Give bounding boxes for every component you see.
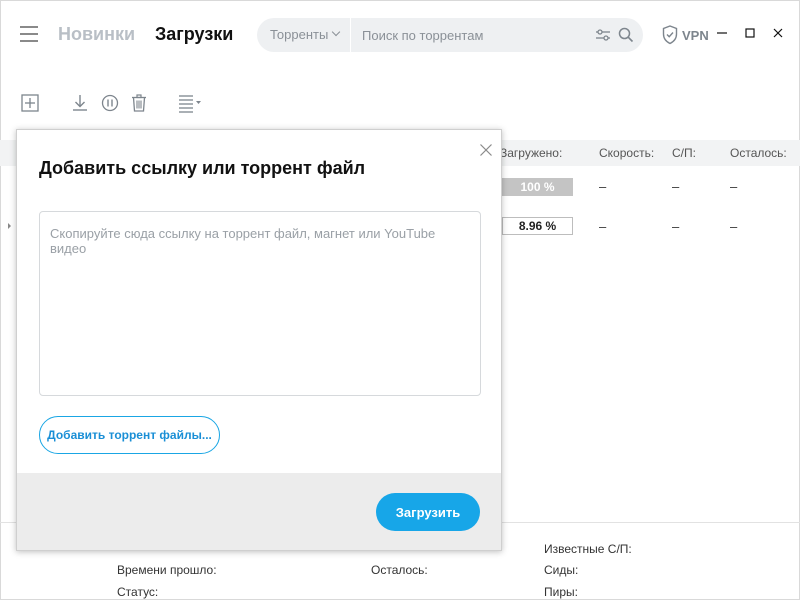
add-torrent-dialog: Добавить ссылку или торрент файл Добавит… [16,129,502,551]
column-downloaded[interactable]: Загружено: [500,146,562,160]
speed-value: – [599,179,607,194]
remaining-value: – [730,179,738,194]
sort-icon[interactable] [177,93,203,113]
detail-seeds-label: Сиды: [544,563,579,577]
remaining-value: – [730,219,738,234]
speed-value: – [599,219,607,234]
search-category-dropdown[interactable]: Торренты [257,18,351,52]
progress-bar: 100 % [502,178,573,196]
nav-tab-downloads[interactable]: Загрузки [155,24,233,45]
detail-known-peers-label: Известные С/П: [544,542,632,556]
add-torrent-files-button[interactable]: Добавить торрент файлы... [39,416,220,454]
detail-remaining-label: Осталось: [371,563,428,577]
column-peers[interactable]: С/П: [672,146,696,160]
hamburger-menu-icon[interactable] [20,26,38,42]
minimize-icon[interactable] [715,26,729,40]
download-icon[interactable] [70,93,90,113]
filter-settings-icon[interactable] [595,27,611,43]
add-icon[interactable] [20,93,40,113]
search-bar: Торренты [257,18,643,52]
search-category-label: Торренты [270,27,329,42]
close-icon[interactable] [479,143,493,157]
maximize-icon[interactable] [743,26,757,40]
dialog-footer: Загрузить [17,473,501,550]
torrent-link-input[interactable] [39,211,481,396]
column-remaining[interactable]: Осталось: [730,146,787,160]
upload-button[interactable]: Загрузить [376,493,480,531]
detail-elapsed-label: Времени прошло: [117,563,217,577]
expand-arrow-icon[interactable] [8,223,11,229]
top-bar: Новинки Загрузки Торренты VPN [0,0,800,70]
search-icon[interactable] [618,27,634,43]
peers-value: – [672,219,680,234]
chevron-down-icon [331,27,341,37]
shield-check-icon [662,25,678,45]
nav-tab-new[interactable]: Новинки [58,24,135,45]
dialog-title: Добавить ссылку или торрент файл [39,158,366,178]
column-speed[interactable]: Скорость: [599,146,654,160]
search-input[interactable] [352,18,582,52]
detail-peers-label: Пиры: [544,585,578,599]
detail-status-label: Статус: [117,585,159,599]
pause-icon[interactable] [100,93,120,113]
progress-bar: 8.96 % [502,217,573,235]
vpn-label: VPN [682,28,709,43]
peers-value: – [672,179,680,194]
delete-icon[interactable] [129,93,149,113]
close-window-icon[interactable] [771,26,785,40]
